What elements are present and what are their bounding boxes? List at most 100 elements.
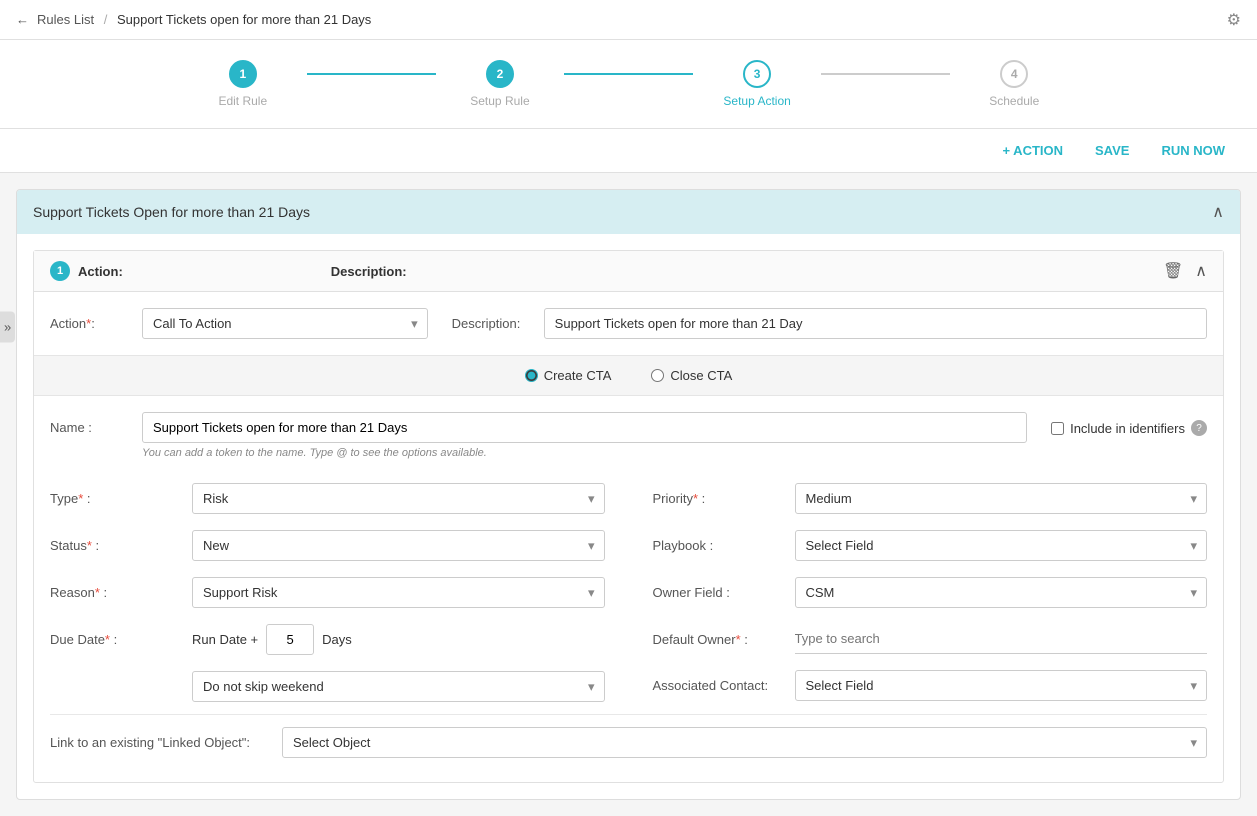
step-4[interactable]: 4 Schedule xyxy=(950,60,1079,108)
reason-select-wrapper: Support Risk ▾ xyxy=(192,577,605,608)
close-cta-radio[interactable] xyxy=(651,369,664,382)
playbook-label: Playbook : xyxy=(653,538,783,553)
owner-field-label: Owner Field : xyxy=(653,585,783,600)
skip-weekend-select-wrapper: Do not skip weekend ▾ xyxy=(192,671,605,702)
run-date-prefix: Run Date + xyxy=(192,632,258,647)
create-cta-radio[interactable] xyxy=(525,369,538,382)
step-2-circle: 2 xyxy=(486,60,514,88)
action-header-left: 1 Action: Description: xyxy=(50,261,407,281)
step-2-label: Setup Rule xyxy=(470,94,529,108)
action-body: Action*: Call To Action ▾ Description: S… xyxy=(34,292,1223,782)
top-bar: ← Rules List / Support Tickets open for … xyxy=(0,0,1257,40)
description-field-group: Description: Support Tickets open for mo… xyxy=(452,308,1207,339)
due-date-inputs: Run Date + Days xyxy=(192,624,605,655)
sidebar-toggle-button[interactable]: » xyxy=(0,311,15,342)
priority-select[interactable]: Medium xyxy=(795,483,1208,514)
action-section: 1 Action: Description: 🗑 ∧ Action*: xyxy=(33,250,1224,783)
action-field-group: Action*: Call To Action ▾ xyxy=(50,308,428,339)
create-cta-option[interactable]: Create CTA xyxy=(525,368,612,383)
main-content: Support Tickets Open for more than 21 Da… xyxy=(0,173,1257,816)
action-field-label: Action*: xyxy=(50,316,130,331)
step-2[interactable]: 2 Setup Rule xyxy=(436,60,565,108)
associated-contact-select-wrapper: Select Field ▾ xyxy=(795,670,1208,701)
step-3[interactable]: 3 Setup Action xyxy=(693,60,822,108)
breadcrumb-root-link[interactable]: Rules List xyxy=(37,12,94,27)
priority-row: Priority* : Medium ▾ xyxy=(653,475,1208,522)
delete-action-button[interactable]: 🗑 xyxy=(1163,261,1183,281)
step-4-circle: 4 xyxy=(1000,60,1028,88)
playbook-select-wrapper: Select Field ▾ xyxy=(795,530,1208,561)
due-date-row: Due Date* : Run Date + Days xyxy=(50,616,605,663)
link-object-select[interactable]: Select Object xyxy=(282,727,1207,758)
step-1[interactable]: 1 Edit Rule xyxy=(179,60,308,108)
days-suffix: Days xyxy=(322,632,352,647)
name-input-row: Name : Support Tickets open for more tha… xyxy=(50,412,1027,443)
owner-field-select[interactable]: CSM xyxy=(795,577,1208,608)
form-left: Type* : Risk ▾ Status* : xyxy=(50,475,629,710)
name-label: Name : xyxy=(50,420,130,435)
help-icon[interactable]: ? xyxy=(1191,420,1207,436)
form-two-col: Type* : Risk ▾ Status* : xyxy=(50,475,1207,710)
add-action-button[interactable]: + ACTION xyxy=(994,139,1071,162)
back-icon: ← xyxy=(16,12,29,27)
action-bar: + ACTION SAVE RUN NOW xyxy=(0,129,1257,173)
step-4-label: Schedule xyxy=(989,94,1039,108)
skip-weekend-row: Do not skip weekend ▾ xyxy=(50,663,605,710)
close-cta-option[interactable]: Close CTA xyxy=(651,368,732,383)
associated-contact-select[interactable]: Select Field xyxy=(795,670,1208,701)
description-input[interactable]: Support Tickets open for more than 21 Da… xyxy=(544,308,1207,339)
connector-2-3 xyxy=(564,73,693,75)
include-identifiers-checkbox[interactable] xyxy=(1051,422,1064,435)
save-button[interactable]: SAVE xyxy=(1087,139,1137,162)
include-identifiers-label: Include in identifiers xyxy=(1070,421,1185,436)
skip-weekend-select[interactable]: Do not skip weekend xyxy=(192,671,605,702)
rule-header: Support Tickets Open for more than 21 Da… xyxy=(17,190,1240,234)
back-button[interactable]: ← xyxy=(16,11,29,29)
owner-field-select-wrapper: CSM ▾ xyxy=(795,577,1208,608)
reason-select[interactable]: Support Risk xyxy=(192,577,605,608)
collapse-action-button[interactable]: ∧ xyxy=(1195,261,1207,281)
associated-contact-row: Associated Contact: Select Field ▾ xyxy=(653,662,1208,709)
type-row: Type* : Risk ▾ xyxy=(50,475,605,522)
description-col-label: Description: xyxy=(331,264,407,279)
name-helper: You can add a token to the name. Type @ … xyxy=(142,447,1027,459)
priority-label: Priority* : xyxy=(653,491,783,506)
breadcrumb-current: Support Tickets open for more than 21 Da… xyxy=(117,12,371,27)
default-owner-row: Default Owner* : xyxy=(653,616,1208,662)
action-select[interactable]: Call To Action xyxy=(142,308,428,339)
form-right: Priority* : Medium ▾ Playbook : xyxy=(629,475,1208,710)
action-desc-row: Action*: Call To Action ▾ Description: S… xyxy=(50,308,1207,339)
create-cta-label: Create CTA xyxy=(544,368,612,383)
connector-1-2 xyxy=(307,73,436,75)
type-label: Type* : xyxy=(50,491,180,506)
step-3-label: Setup Action xyxy=(723,94,790,108)
type-select[interactable]: Risk xyxy=(192,483,605,514)
name-section: Name : Support Tickets open for more tha… xyxy=(50,412,1207,459)
run-now-button[interactable]: RUN NOW xyxy=(1153,139,1233,162)
due-date-days-input[interactable] xyxy=(266,624,314,655)
link-object-label: Link to an existing "Linked Object": xyxy=(50,735,270,750)
action-header: 1 Action: Description: 🗑 ∧ xyxy=(34,251,1223,292)
action-number: 1 xyxy=(50,261,70,281)
status-label: Status* : xyxy=(50,538,180,553)
rule-panel: Support Tickets Open for more than 21 Da… xyxy=(16,189,1241,800)
playbook-select[interactable]: Select Field xyxy=(795,530,1208,561)
action-select-wrapper: Call To Action ▾ xyxy=(142,308,428,339)
action-col-label: Action: xyxy=(78,264,123,279)
radio-group: Create CTA Close CTA xyxy=(34,355,1223,396)
step-1-label: Edit Rule xyxy=(218,94,267,108)
associated-contact-label: Associated Contact: xyxy=(653,678,783,693)
close-cta-label: Close CTA xyxy=(670,368,732,383)
default-owner-input[interactable] xyxy=(795,624,1208,654)
settings-icon[interactable]: ⚙ xyxy=(1227,10,1241,30)
description-field-label: Description: xyxy=(452,316,532,331)
reason-row: Reason* : Support Risk ▾ xyxy=(50,569,605,616)
name-input[interactable]: Support Tickets open for more than 21 Da… xyxy=(142,412,1027,443)
link-object-select-wrapper: Select Object ▾ xyxy=(282,727,1207,758)
breadcrumb-separator: / xyxy=(104,12,108,27)
owner-field-row: Owner Field : CSM ▾ xyxy=(653,569,1208,616)
status-select[interactable]: New xyxy=(192,530,605,561)
rule-collapse-button[interactable]: ∧ xyxy=(1212,202,1224,222)
step-1-circle: 1 xyxy=(229,60,257,88)
reason-label: Reason* : xyxy=(50,585,180,600)
